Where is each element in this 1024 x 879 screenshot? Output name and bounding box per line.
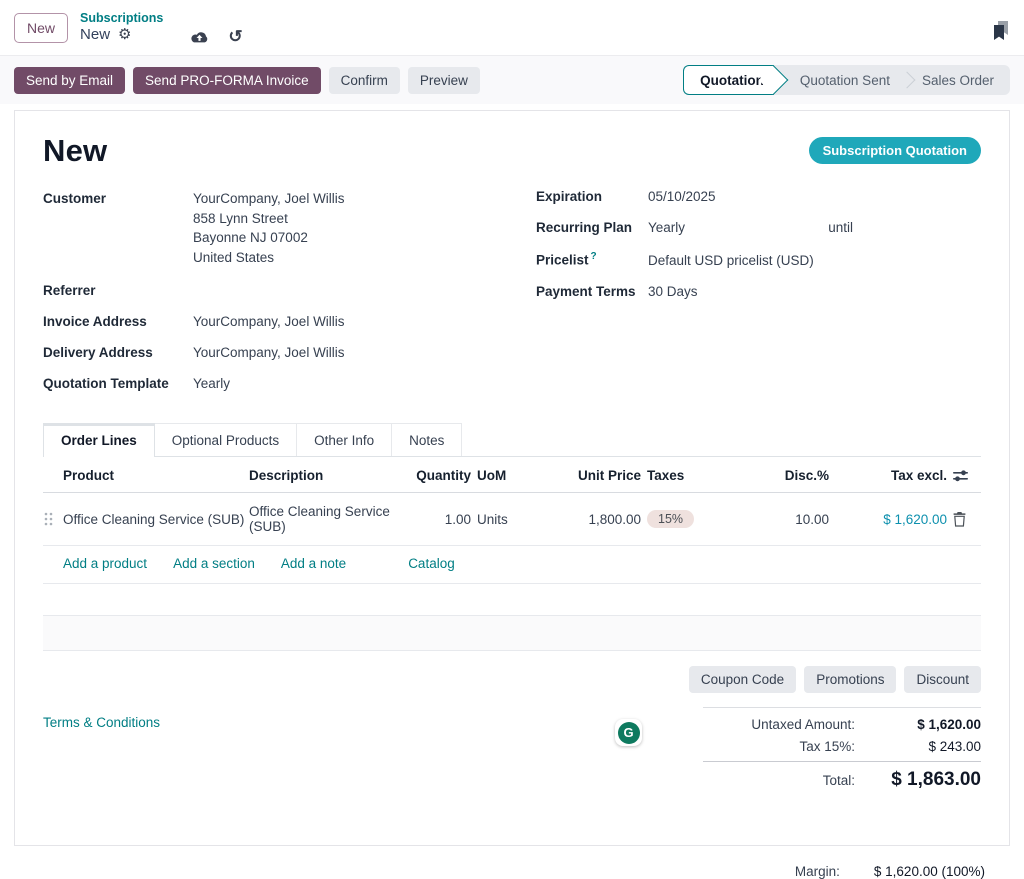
new-record-button[interactable]: New [14, 13, 68, 43]
referrer-label: Referrer [43, 283, 193, 298]
order-lines-footer: Add a product Add a section Add a note C… [43, 546, 981, 584]
cell-description[interactable]: Office Cleaning Service (SUB) [249, 504, 409, 534]
add-section-link[interactable]: Add a section [173, 556, 255, 571]
cell-tax-excl[interactable]: $ 1,620.00 [835, 512, 953, 527]
order-line-row[interactable]: Office Cleaning Service (SUB) Office Cle… [43, 493, 981, 546]
catalog-link[interactable]: Catalog [408, 556, 455, 571]
help-icon[interactable]: ? [591, 251, 597, 262]
coupon-code-button[interactable]: Coupon Code [689, 666, 796, 693]
discount-button[interactable]: Discount [904, 666, 981, 693]
invoice-address-label: Invoice Address [43, 314, 193, 329]
bookmark-icon[interactable] [992, 20, 1010, 42]
grammarly-letter: G [618, 722, 640, 744]
customer-city: Bayonne NJ 07002 [193, 228, 488, 248]
payment-terms-label: Payment Terms [536, 284, 648, 299]
preview-button[interactable]: Preview [408, 67, 480, 94]
tab-order-lines[interactable]: Order Lines [43, 423, 155, 457]
col-quantity[interactable]: Quantity [409, 468, 477, 483]
quotation-template-label: Quotation Template [43, 376, 193, 391]
customer-label: Customer [43, 191, 193, 206]
col-disc[interactable]: Disc.% [747, 468, 835, 483]
empty-order-row [43, 584, 981, 616]
statusbar: Quotation Quotation Sent Sales Order [683, 65, 1010, 95]
tab-notes[interactable]: Notes [392, 423, 462, 456]
totals-block: Untaxed Amount: $ 1,620.00 Tax 15%: $ 24… [703, 707, 981, 827]
recurring-plan-field[interactable]: Yearly [648, 220, 685, 235]
column-options-icon[interactable] [953, 469, 981, 483]
grammarly-icon[interactable]: G [615, 719, 642, 746]
breadcrumb-app-link[interactable]: Subscriptions [80, 11, 163, 27]
delete-line-icon[interactable] [953, 512, 981, 527]
untaxed-amount-label: Untaxed Amount: [703, 717, 869, 732]
drag-handle-icon[interactable] [43, 511, 63, 527]
totals-divider [703, 761, 981, 762]
send-by-email-button[interactable]: Send by Email [14, 67, 125, 94]
expiration-field[interactable]: 05/10/2025 [648, 189, 981, 204]
terms-conditions-link[interactable]: Terms & Conditions [43, 715, 160, 827]
delivery-address-field[interactable]: YourCompany, Joel Willis [193, 345, 488, 360]
untaxed-amount-value: $ 1,620.00 [869, 717, 981, 732]
expiration-label: Expiration [536, 189, 648, 204]
breadcrumb-record-name: New [80, 26, 110, 45]
discard-undo-icon[interactable]: ↺ [228, 27, 242, 47]
tax-tag[interactable]: 15% [647, 510, 694, 528]
total-label: Total: [703, 773, 869, 788]
customer-street: 858 Lynn Street [193, 209, 488, 229]
margin-row: Margin: $ 1,620.00 (100%) [0, 846, 1024, 879]
col-tax-excl[interactable]: Tax excl. [835, 468, 953, 483]
cell-disc[interactable]: 10.00 [747, 512, 835, 527]
total-value: $ 1,863.00 [869, 769, 981, 791]
customer-country: United States [193, 248, 488, 268]
promotions-button[interactable]: Promotions [804, 666, 896, 693]
action-bar: Send by Email Send PRO-FORMA Invoice Con… [0, 56, 1024, 104]
status-step-quotation[interactable]: Quotation [683, 65, 774, 95]
breadcrumb: New Subscriptions New ⚙ ↺ [0, 0, 1024, 56]
pricelist-label: Pricelist? [536, 251, 648, 268]
pricelist-field[interactable]: Default USD pricelist (USD) [648, 253, 981, 268]
margin-value: $ 1,620.00 (100%) [874, 864, 985, 879]
tab-other-info[interactable]: Other Info [297, 423, 392, 456]
empty-order-row-alt [43, 616, 981, 651]
cell-unit-price[interactable]: 1,800.00 [555, 512, 647, 527]
cell-taxes[interactable]: 15% [647, 510, 747, 528]
gear-icon[interactable]: ⚙ [118, 26, 131, 45]
confirm-button[interactable]: Confirm [329, 67, 400, 94]
cell-uom[interactable]: Units [477, 512, 555, 527]
col-description[interactable]: Description [249, 468, 409, 483]
record-title[interactable]: New [43, 133, 107, 169]
tax-label: Tax 15%: [703, 739, 869, 754]
form-sheet: New Subscription Quotation Customer Your… [14, 110, 1010, 846]
notebook-tabs: Order Lines Optional Products Other Info… [43, 423, 981, 457]
send-proforma-button[interactable]: Send PRO-FORMA Invoice [133, 67, 321, 94]
payment-terms-field[interactable]: 30 Days [648, 284, 981, 299]
recurring-plan-label: Recurring Plan [536, 220, 648, 235]
subscription-quotation-badge[interactable]: Subscription Quotation [809, 137, 981, 164]
save-cloud-icon[interactable] [189, 30, 210, 45]
add-product-link[interactable]: Add a product [63, 556, 147, 571]
col-product[interactable]: Product [63, 468, 249, 483]
tab-optional-products[interactable]: Optional Products [155, 423, 297, 456]
col-unit-price[interactable]: Unit Price [555, 468, 647, 483]
margin-label: Margin: [795, 864, 840, 879]
col-taxes[interactable]: Taxes [647, 468, 747, 483]
until-label: until [828, 220, 853, 235]
status-step-quotation-sent[interactable]: Quotation Sent [774, 65, 906, 95]
delivery-address-label: Delivery Address [43, 345, 193, 360]
status-step-sales-order[interactable]: Sales Order [906, 65, 1010, 95]
customer-name[interactable]: YourCompany, Joel Willis [193, 189, 488, 209]
col-uom[interactable]: UoM [477, 468, 555, 483]
order-lines-header: Product Description Quantity UoM Unit Pr… [43, 457, 981, 493]
tax-value: $ 243.00 [869, 739, 981, 754]
cell-product[interactable]: Office Cleaning Service (SUB) [63, 512, 249, 527]
cell-quantity[interactable]: 1.00 [409, 512, 477, 527]
quotation-template-field[interactable]: Yearly [193, 376, 488, 391]
customer-field[interactable]: YourCompany, Joel Willis 858 Lynn Street… [193, 189, 488, 267]
add-note-link[interactable]: Add a note [281, 556, 346, 571]
invoice-address-field[interactable]: YourCompany, Joel Willis [193, 314, 488, 329]
